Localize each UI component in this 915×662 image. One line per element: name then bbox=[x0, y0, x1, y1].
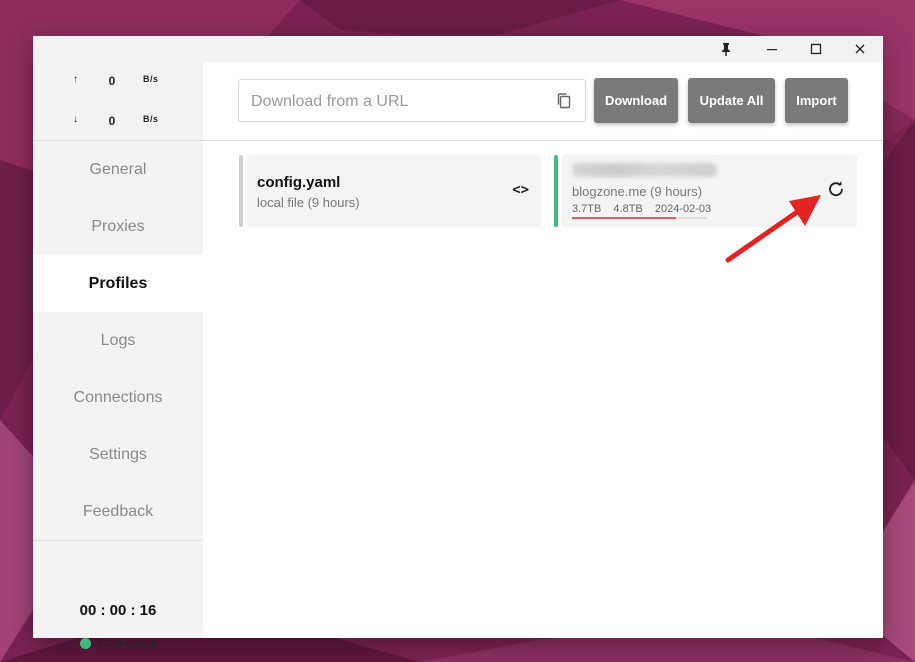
upload-arrow-icon: ↑ bbox=[73, 74, 78, 85]
uptime-timer: 00 : 00 : 16 bbox=[79, 602, 157, 619]
connection-status: Connected bbox=[33, 636, 203, 650]
profile-card-local[interactable]: config.yaml local file (9 hours) <> bbox=[239, 155, 541, 227]
close-icon[interactable] bbox=[837, 36, 883, 62]
pin-icon[interactable] bbox=[703, 36, 749, 62]
url-input[interactable] bbox=[249, 90, 548, 114]
download-button[interactable]: Download bbox=[594, 78, 678, 123]
sidebar-item-feedback[interactable]: Feedback bbox=[33, 483, 203, 540]
download-speed: ↓ 0 B/s bbox=[33, 114, 203, 134]
sidebar-item-settings[interactable]: Settings bbox=[33, 426, 203, 483]
sidebar: ↑ 0 B/s ↓ 0 B/s General Proxies Profiles… bbox=[33, 62, 203, 650]
status-dot-icon bbox=[80, 637, 92, 649]
url-input-box[interactable] bbox=[238, 79, 586, 122]
usage-progress-fill bbox=[572, 217, 676, 219]
maximize-icon[interactable] bbox=[793, 36, 839, 62]
traffic-monitor: ↑ 0 B/s ↓ 0 B/s bbox=[33, 62, 203, 140]
upload-speed: ↑ 0 B/s bbox=[33, 74, 203, 94]
upload-value: 0 bbox=[108, 74, 116, 88]
download-arrow-icon: ↓ bbox=[73, 114, 78, 125]
minimize-icon[interactable] bbox=[749, 36, 795, 62]
import-button[interactable]: Import bbox=[785, 78, 848, 123]
copy-icon[interactable] bbox=[555, 92, 573, 110]
sidebar-item-proxies[interactable]: Proxies bbox=[33, 198, 203, 255]
profile-toolbar: Download Update All Import bbox=[203, 62, 883, 140]
profile-subtitle: blogzone.me (9 hours) bbox=[572, 184, 703, 199]
divider bbox=[203, 140, 883, 141]
sidebar-item-general[interactable]: General bbox=[33, 141, 203, 198]
code-icon[interactable]: <> bbox=[512, 182, 529, 198]
profile-indicator-bar bbox=[239, 155, 243, 227]
update-all-button[interactable]: Update All bbox=[688, 78, 775, 123]
title-bar bbox=[33, 36, 883, 62]
upload-unit: B/s bbox=[143, 74, 159, 84]
usage-total: 4.8TB bbox=[613, 203, 643, 215]
usage-progress-bar bbox=[572, 217, 707, 219]
blurred-profile-name bbox=[572, 163, 717, 177]
status-label: Connected bbox=[97, 636, 156, 650]
app-window: ↑ 0 B/s ↓ 0 B/s General Proxies Profiles… bbox=[33, 36, 883, 650]
profile-subtitle: local file (9 hours) bbox=[257, 195, 360, 210]
sidebar-item-logs[interactable]: Logs bbox=[33, 312, 203, 369]
download-value: 0 bbox=[108, 114, 116, 128]
profile-name: config.yaml bbox=[257, 174, 341, 191]
sidebar-item-connections[interactable]: Connections bbox=[33, 369, 203, 426]
profile-indicator-bar bbox=[554, 155, 558, 227]
divider bbox=[33, 540, 203, 541]
sidebar-item-profiles[interactable]: Profiles bbox=[33, 255, 203, 312]
download-unit: B/s bbox=[143, 114, 159, 124]
refresh-icon[interactable] bbox=[827, 180, 845, 198]
expire-date: 2024-02-03 bbox=[654, 203, 712, 215]
profile-usage-meta: 3.7TB 4.8TB 2024-02-03 bbox=[572, 203, 720, 215]
usage-used: 3.7TB bbox=[572, 203, 602, 215]
profile-card-remote[interactable]: blogzone.me (9 hours) 3.7TB 4.8TB 2024-0… bbox=[554, 155, 857, 227]
